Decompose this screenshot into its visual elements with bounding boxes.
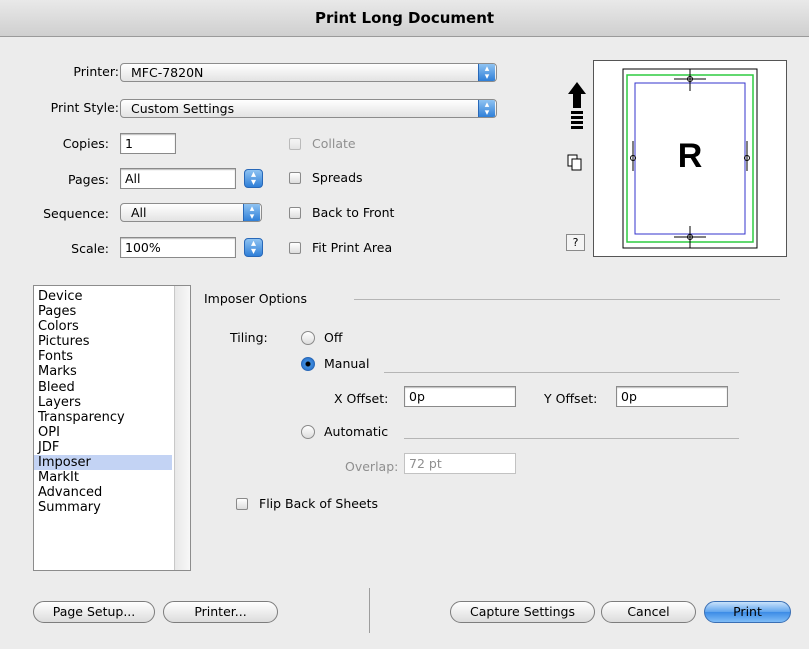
- y-offset-label: Y Offset:: [544, 391, 598, 406]
- tiling-manual-label: Manual: [324, 356, 370, 371]
- tiling-off-label: Off: [324, 330, 343, 345]
- footer-divider: [369, 588, 370, 633]
- page-preview: R: [593, 60, 787, 257]
- cancel-button[interactable]: Cancel: [601, 601, 696, 623]
- window-title: Print Long Document: [0, 0, 809, 37]
- print-style-value: Custom Settings: [131, 101, 235, 116]
- scale-dropdown-icon[interactable]: ▴ ▾: [244, 238, 263, 257]
- tiling-automatic-label: Automatic: [324, 424, 389, 439]
- page-setup-button[interactable]: Page Setup...: [33, 601, 155, 623]
- pages-label: Pages:: [68, 172, 109, 187]
- print-button[interactable]: Print: [704, 601, 791, 623]
- x-offset-field[interactable]: 0p: [404, 386, 516, 407]
- list-item[interactable]: JDF: [34, 440, 172, 455]
- scale-field[interactable]: 100%: [120, 237, 236, 258]
- print-style-select[interactable]: Custom Settings ▴ ▾: [120, 99, 497, 118]
- fit-print-area-label: Fit Print Area: [312, 240, 393, 255]
- list-item[interactable]: Marks: [34, 364, 172, 379]
- printer-value: MFC-7820N: [131, 65, 204, 80]
- popup-arrows-icon: ▴ ▾: [478, 64, 495, 81]
- print-style-label: Print Style:: [50, 100, 119, 115]
- popup-arrows-icon: ▴ ▾: [478, 100, 495, 117]
- popup-arrows-icon: ▴ ▾: [243, 204, 260, 221]
- portrait-orientation-icon[interactable]: [566, 80, 588, 153]
- tiling-manual-radio[interactable]: [301, 357, 315, 371]
- printer-label: Printer:: [73, 64, 119, 79]
- page-flip-icon[interactable]: [567, 154, 583, 175]
- printer-select[interactable]: MFC-7820N ▴ ▾: [120, 63, 497, 82]
- list-item[interactable]: Pages: [34, 304, 172, 319]
- back-to-front-label: Back to Front: [312, 205, 395, 220]
- list-item[interactable]: OPI: [34, 425, 172, 440]
- automatic-divider: [404, 438, 739, 439]
- list-item[interactable]: Colors: [34, 319, 172, 334]
- manual-divider: [384, 372, 739, 373]
- list-item[interactable]: Layers: [34, 395, 172, 410]
- list-scrollbar[interactable]: [174, 286, 190, 570]
- spreads-checkbox[interactable]: [289, 172, 301, 184]
- tiling-label: Tiling:: [230, 330, 268, 345]
- list-item[interactable]: Device: [34, 289, 172, 304]
- flip-back-label: Flip Back of Sheets: [259, 496, 379, 511]
- panel-list[interactable]: Device Pages Colors Pictures Fonts Marks Bleed…: [33, 285, 191, 571]
- capture-settings-button[interactable]: Capture Settings: [450, 601, 595, 623]
- sequence-value: All: [131, 205, 147, 220]
- x-offset-label: X Offset:: [334, 391, 389, 406]
- list-item[interactable]: Imposer: [34, 455, 172, 471]
- copies-label: Copies:: [62, 136, 109, 151]
- tiling-automatic-radio[interactable]: [301, 425, 315, 439]
- copies-field[interactable]: 1: [120, 133, 176, 154]
- section-divider: [354, 299, 780, 300]
- tiling-off-radio[interactable]: [301, 331, 315, 345]
- collate-label: Collate: [312, 136, 356, 151]
- fit-print-area-checkbox[interactable]: [289, 242, 301, 254]
- pages-field[interactable]: All: [120, 168, 236, 189]
- list-item[interactable]: Fonts: [34, 349, 172, 364]
- list-item[interactable]: Bleed: [34, 380, 172, 395]
- printer-button[interactable]: Printer...: [163, 601, 278, 623]
- scale-label: Scale:: [71, 241, 109, 256]
- list-item[interactable]: Transparency: [34, 410, 172, 425]
- list-item[interactable]: Pictures: [34, 334, 172, 349]
- collate-checkbox[interactable]: [289, 138, 301, 150]
- spreads-label: Spreads: [312, 170, 363, 185]
- list-item[interactable]: Advanced: [34, 485, 172, 500]
- y-offset-field[interactable]: 0p: [616, 386, 728, 407]
- preview-letter: R: [677, 137, 703, 175]
- list-item[interactable]: Summary: [34, 500, 172, 515]
- pages-dropdown-icon[interactable]: ▴ ▾: [244, 169, 263, 188]
- list-item[interactable]: MarkIt: [34, 470, 172, 485]
- overlap-label: Overlap:: [345, 459, 399, 474]
- sequence-select[interactable]: All ▴ ▾: [120, 203, 262, 222]
- help-button[interactable]: ?: [566, 234, 585, 251]
- back-to-front-checkbox[interactable]: [289, 207, 301, 219]
- flip-back-checkbox[interactable]: [236, 498, 248, 510]
- imposer-section-title: Imposer Options: [204, 291, 307, 306]
- sequence-label: Sequence:: [43, 206, 109, 221]
- overlap-field[interactable]: 72 pt: [404, 453, 516, 474]
